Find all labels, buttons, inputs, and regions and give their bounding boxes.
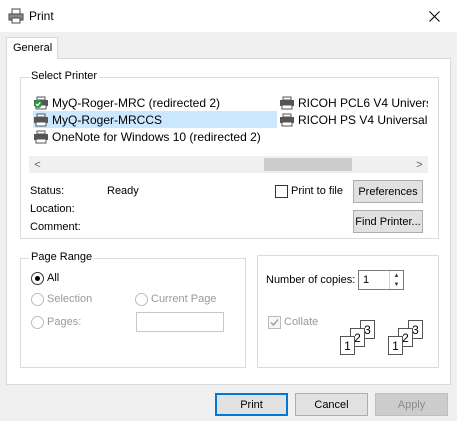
selection-label: Selection — [47, 293, 93, 305]
apply-button-label: Apply — [397, 398, 426, 411]
spin-down-icon[interactable]: ▼ — [390, 280, 403, 289]
preferences-button-label: Preferences — [358, 185, 418, 198]
printer-name: RICOH PCL6 V4 Universa — [298, 95, 428, 110]
printer-item-myq-roger-mrccs[interactable]: MyQ-Roger-MRCCS — [33, 111, 277, 128]
current-page-label: Current Page — [151, 293, 217, 305]
find-printer-button-label: Find Printer... — [355, 215, 421, 228]
page-icon: 1 — [340, 336, 355, 355]
window-title: Print — [29, 9, 54, 23]
pages-label: Pages: — [47, 316, 82, 328]
printer-name: OneNote for Windows 10 (redirected 2) — [52, 129, 261, 144]
scroll-left-button[interactable]: < — [29, 156, 46, 173]
all-label: All — [47, 272, 60, 284]
find-printer-button[interactable]: Find Printer... — [353, 210, 423, 233]
preferences-button[interactable]: Preferences — [353, 180, 423, 203]
title-bar: Print — [0, 0, 457, 32]
status-label: Status: — [30, 185, 65, 197]
apply-button[interactable]: Apply — [375, 393, 448, 416]
printer-icon — [8, 8, 24, 24]
copies-spinner[interactable]: 1 ▲ ▼ — [358, 270, 404, 290]
printer-item-myq-roger-mrc[interactable]: MyQ-Roger-MRC (redirected 2) — [33, 95, 220, 111]
default-printer-icon — [34, 96, 48, 109]
pages-input[interactable] — [136, 312, 224, 332]
printer-name: MyQ-Roger-MRCCS — [52, 112, 163, 127]
printer-name: RICOH PS V4 UniversalDr — [298, 112, 428, 127]
scroll-right-button[interactable]: > — [411, 156, 428, 173]
printer-name: MyQ-Roger-MRC (redirected 2) — [52, 95, 221, 110]
page-icon: 1 — [388, 336, 403, 355]
cancel-button[interactable]: Cancel — [295, 393, 368, 416]
tab-label: General — [13, 42, 53, 54]
location-label: Location: — [30, 203, 75, 215]
current-page-radio[interactable] — [135, 293, 148, 306]
printer-icon — [280, 96, 294, 109]
chevron-right-icon: > — [416, 158, 423, 171]
checkmark-icon — [270, 319, 279, 327]
print-to-file-label: Print to file — [291, 185, 343, 197]
spin-buttons: ▲ ▼ — [389, 271, 403, 289]
number-of-copies-label: Number of copies: — [266, 274, 356, 286]
selection-radio[interactable] — [31, 293, 44, 306]
horizontal-scrollbar[interactable]: < > — [29, 156, 428, 173]
close-button[interactable] — [411, 0, 457, 32]
pages-radio[interactable] — [31, 316, 44, 329]
cancel-button-label: Cancel — [314, 398, 349, 411]
collate-checkbox[interactable] — [268, 316, 281, 329]
all-radio[interactable] — [31, 272, 44, 285]
spin-up-icon[interactable]: ▲ — [390, 271, 403, 280]
printer-icon — [34, 130, 48, 143]
page-range-label: Page Range — [29, 251, 95, 263]
print-button-label: Print — [240, 398, 263, 411]
comment-label: Comment: — [30, 221, 81, 233]
scroll-thumb[interactable] — [264, 158, 352, 171]
chevron-left-icon: < — [34, 158, 41, 171]
close-icon — [428, 10, 440, 22]
tab-general[interactable]: General — [6, 37, 58, 59]
printer-icon — [34, 113, 48, 126]
printer-icon — [280, 113, 294, 126]
status-value: Ready — [107, 185, 139, 197]
print-to-file-checkbox[interactable] — [275, 185, 288, 198]
copies-value: 1 — [363, 274, 370, 286]
collate-label: Collate — [284, 316, 319, 328]
select-printer-label: Select Printer — [29, 70, 100, 82]
print-button[interactable]: Print — [215, 393, 288, 416]
printer-item-ricoh-pcl6[interactable]: RICOH PCL6 V4 Universa — [279, 95, 428, 111]
printer-item-ricoh-ps[interactable]: RICOH PS V4 UniversalDr — [279, 111, 428, 128]
printer-item-onenote[interactable]: OneNote for Windows 10 (redirected 2) — [33, 128, 261, 145]
